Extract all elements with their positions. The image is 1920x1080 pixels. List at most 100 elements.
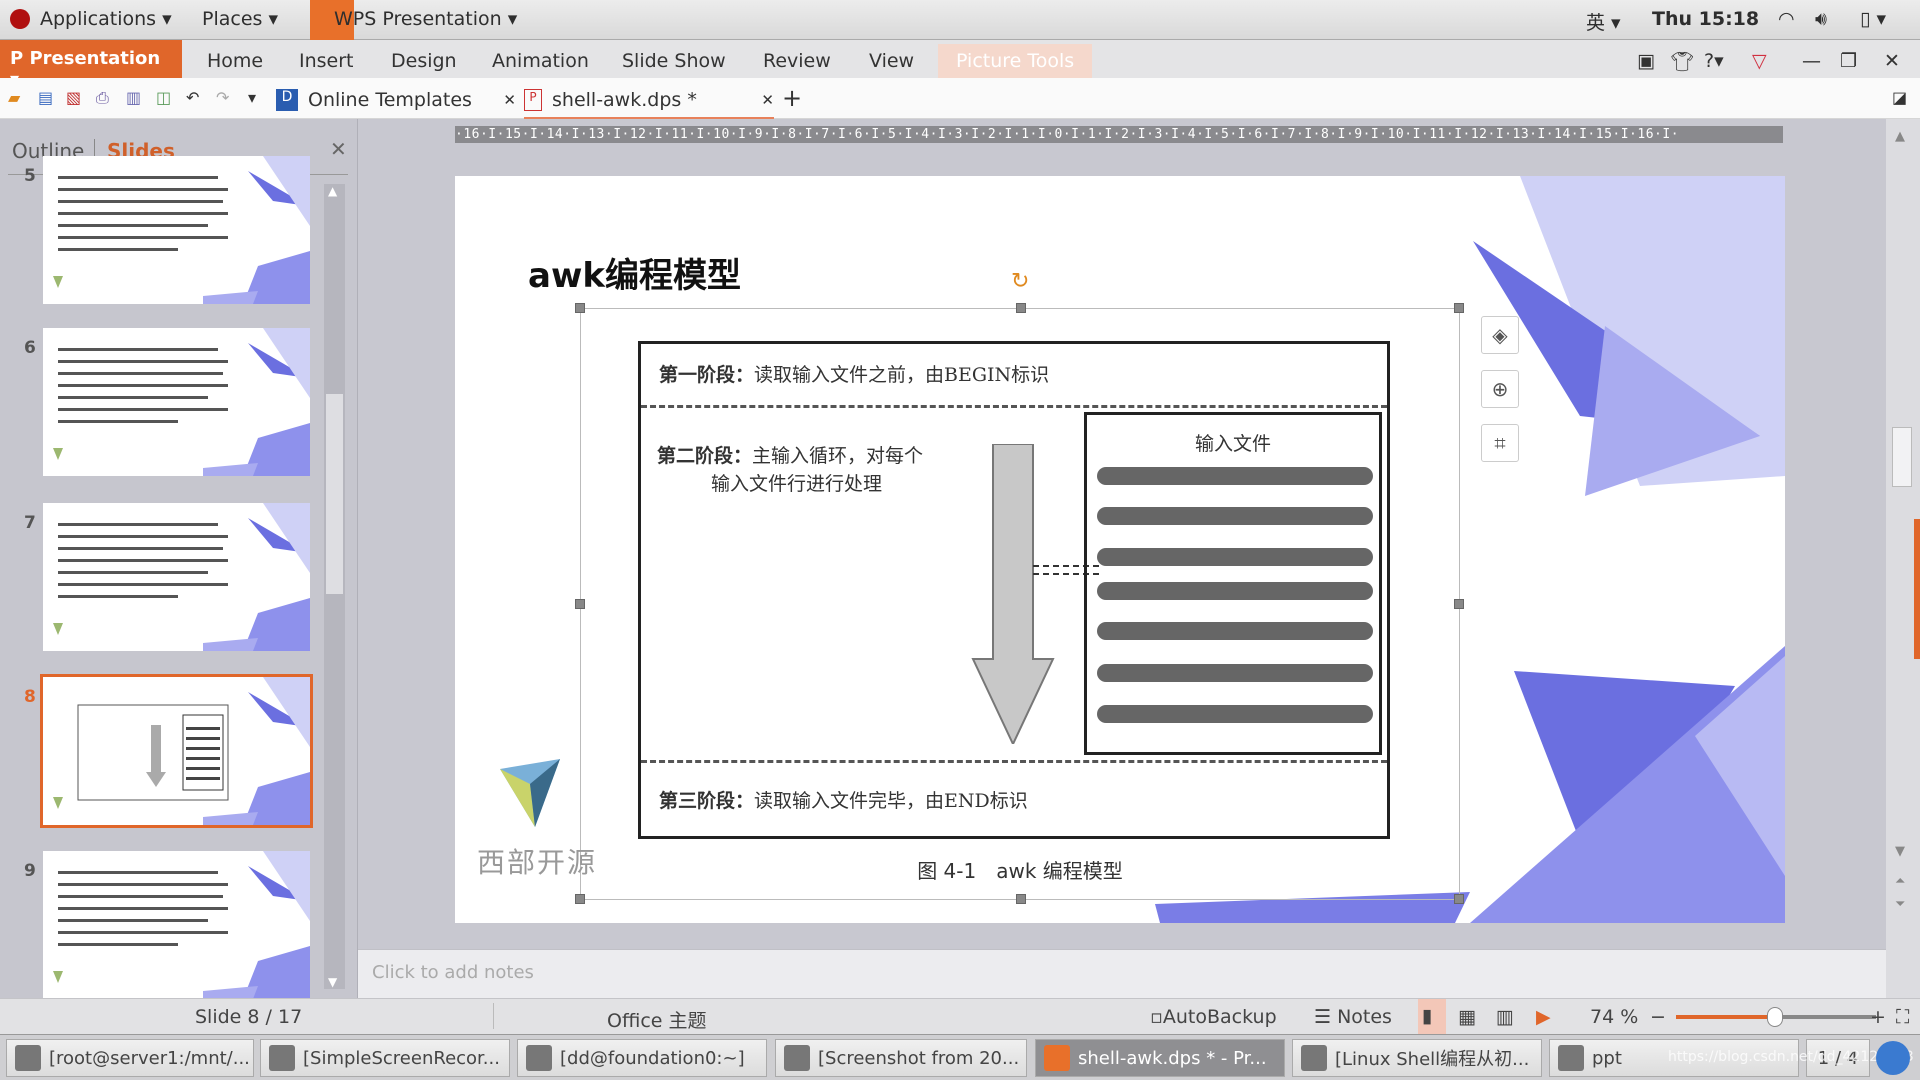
scrollbar-thumb[interactable] — [326, 394, 343, 594]
slides-scrollbar[interactable]: ▲ ▼ — [324, 184, 345, 989]
new-tab-icon[interactable]: + — [782, 84, 802, 112]
zoom-slider[interactable] — [1676, 1007, 1876, 1027]
tab-animation[interactable]: Animation — [492, 50, 589, 72]
tab-review[interactable]: Review — [763, 50, 831, 72]
minimize-icon[interactable]: — — [1802, 50, 1821, 72]
notes-placeholder[interactable]: Click to add notes — [372, 962, 534, 983]
shirt-icon[interactable]: 👕︎ — [1670, 50, 1694, 73]
input-method-menu[interactable]: 英 ▾ — [1586, 8, 1621, 35]
battery-icon[interactable]: ▯ ▾ — [1860, 8, 1886, 30]
slide-thumbnail[interactable] — [43, 156, 310, 304]
restore-icon[interactable]: ❐ — [1840, 50, 1857, 72]
zoom-slider-handle[interactable] — [1766, 1007, 1783, 1027]
applications-menu[interactable]: Applications ▾ — [40, 8, 172, 30]
taskbar-item[interactable]: [Linux Shell编程从初... — [1292, 1039, 1542, 1077]
clock[interactable]: Thu 15:18 — [1652, 8, 1759, 30]
app-menu[interactable]: WPS Presentation ▾ — [334, 8, 517, 30]
next-slide-icon[interactable]: ⏷ — [1895, 897, 1905, 912]
scroll-down-icon[interactable]: ▼ — [1895, 844, 1905, 859]
app-icon — [269, 1045, 295, 1071]
file-line — [1097, 507, 1373, 525]
find-icon[interactable]: ◫ — [156, 88, 171, 107]
canvas-scrollbar[interactable]: ▲ ▼ ⏶ ⏷ — [1886, 119, 1920, 998]
layers-icon[interactable]: ◈ — [1481, 316, 1519, 354]
volume-icon[interactable]: 🔊︎ — [1815, 8, 1827, 30]
zoom-in-icon[interactable]: + — [1870, 1006, 1886, 1028]
notification-icon[interactable] — [1876, 1041, 1910, 1075]
scroll-up-icon[interactable]: ▲ — [1895, 129, 1905, 144]
zoom-in-icon[interactable]: ⊕ — [1481, 370, 1519, 408]
slide-thumbnail[interactable] — [40, 674, 313, 828]
presentation-menu-button[interactable]: P Presentation ▾ — [0, 40, 182, 90]
resize-handle[interactable] — [575, 894, 585, 904]
notes-pane[interactable]: Click to add notes — [358, 949, 1886, 998]
resize-handle[interactable] — [1454, 303, 1464, 313]
panel-toggle-icon[interactable]: ◪ — [1892, 88, 1907, 107]
notes-button[interactable]: ☰ Notes — [1314, 1006, 1392, 1028]
resize-handle[interactable] — [575, 599, 585, 609]
taskbar-item[interactable]: [Screenshot from 20... — [775, 1039, 1027, 1077]
diagram-picture[interactable]: 第一阶段：读取输入文件之前，由BEGIN标识 第二阶段：主输入循环，对每个 输入文… — [575, 269, 1464, 904]
places-label: Places — [202, 8, 263, 30]
tab-picture-tools[interactable]: Picture Tools — [938, 44, 1093, 78]
tab-home[interactable]: Home — [207, 50, 263, 72]
slide-thumbnail[interactable] — [43, 503, 310, 651]
taskbar-item[interactable]: [root@server1:/mnt/... — [6, 1039, 254, 1077]
print-icon[interactable]: ⎙ — [96, 88, 109, 108]
input-file-label: 输入文件 — [1194, 433, 1271, 455]
doc-tab-shell-awk[interactable]: P shell-awk.dps * ✕ — [524, 82, 774, 119]
slide-8[interactable]: awk编程模型 第一阶段：读取输入文件之前，由BEGIN标识 第二阶段：主输入循… — [455, 176, 1785, 923]
close-panel-icon[interactable]: ✕ — [330, 137, 347, 161]
customize-dropdown-icon[interactable]: ▾ — [248, 88, 256, 107]
resize-handle[interactable] — [1016, 303, 1026, 313]
save-icon[interactable]: ▤ — [38, 88, 53, 107]
slide-thumbnail[interactable] — [43, 328, 310, 476]
scroll-up-icon[interactable]: ▲ — [328, 184, 337, 198]
collapse-ribbon-icon[interactable]: ▽ — [1752, 50, 1767, 72]
resize-handle[interactable] — [1016, 894, 1026, 904]
wifi-icon[interactable]: ◠ — [1778, 8, 1795, 30]
close-tab-icon[interactable]: ✕ — [503, 91, 516, 109]
zoom-out-icon[interactable]: − — [1650, 1006, 1666, 1028]
applications-label: Applications — [40, 8, 157, 30]
taskbar-item[interactable]: [SimpleScreenRecor... — [260, 1039, 510, 1077]
help-icon[interactable]: ?▾ — [1704, 50, 1724, 72]
undo-icon[interactable]: ↶ — [186, 88, 199, 107]
thumbnail-preview — [53, 851, 310, 999]
resize-handle[interactable] — [1454, 894, 1464, 904]
tab-view[interactable]: View — [869, 50, 914, 72]
normal-view-icon[interactable]: ▮ — [1418, 999, 1446, 1035]
taskbar-item[interactable]: [dd@foundation0:~] — [517, 1039, 767, 1077]
open-icon[interactable]: ▰ — [8, 88, 20, 107]
scrollbar-thumb[interactable] — [1892, 427, 1912, 487]
prev-slide-icon[interactable]: ⏶ — [1895, 874, 1905, 889]
close-tab-icon[interactable]: ✕ — [761, 91, 774, 109]
skin-icon[interactable]: ▣ — [1637, 50, 1655, 72]
close-icon[interactable]: ✕ — [1884, 50, 1900, 72]
redo-icon[interactable]: ↷ — [216, 88, 229, 107]
tab-design[interactable]: Design — [391, 50, 457, 72]
tab-insert[interactable]: Insert — [299, 50, 354, 72]
rotate-handle-icon[interactable]: ↻ — [1011, 269, 1029, 294]
autobackup-button[interactable]: ▫AutoBackup — [1150, 1006, 1277, 1028]
presentation-menu-label: Presentation — [29, 48, 161, 69]
places-menu[interactable]: Places ▾ — [202, 8, 278, 30]
crop-icon[interactable]: ⌗ — [1481, 424, 1519, 462]
fit-window-icon[interactable]: ⛶ — [1896, 1006, 1909, 1028]
slide-sorter-icon[interactable]: ▦ — [1458, 1006, 1476, 1028]
slideshow-icon[interactable]: ▶ — [1536, 1006, 1551, 1028]
reading-view-icon[interactable]: ▥ — [1496, 1006, 1514, 1028]
scroll-down-icon[interactable]: ▼ — [328, 975, 337, 989]
print-preview-icon[interactable]: ▥ — [126, 88, 141, 107]
side-tab[interactable] — [1914, 519, 1920, 659]
taskbar-item[interactable]: shell-awk.dps * - Pr... — [1035, 1039, 1285, 1077]
resize-handle[interactable] — [575, 303, 585, 313]
slide-title[interactable]: awk编程模型 — [528, 248, 741, 297]
tab-slide-show[interactable]: Slide Show — [622, 50, 726, 72]
export-pdf-icon[interactable]: ▧ — [66, 88, 81, 107]
app-icon — [1301, 1045, 1327, 1071]
resize-handle[interactable] — [1454, 599, 1464, 609]
doc-tab-online-templates[interactable]: D Online Templates ✕ — [276, 82, 516, 118]
thumbnail-preview — [53, 328, 310, 476]
slide-thumbnail[interactable] — [43, 851, 310, 999]
